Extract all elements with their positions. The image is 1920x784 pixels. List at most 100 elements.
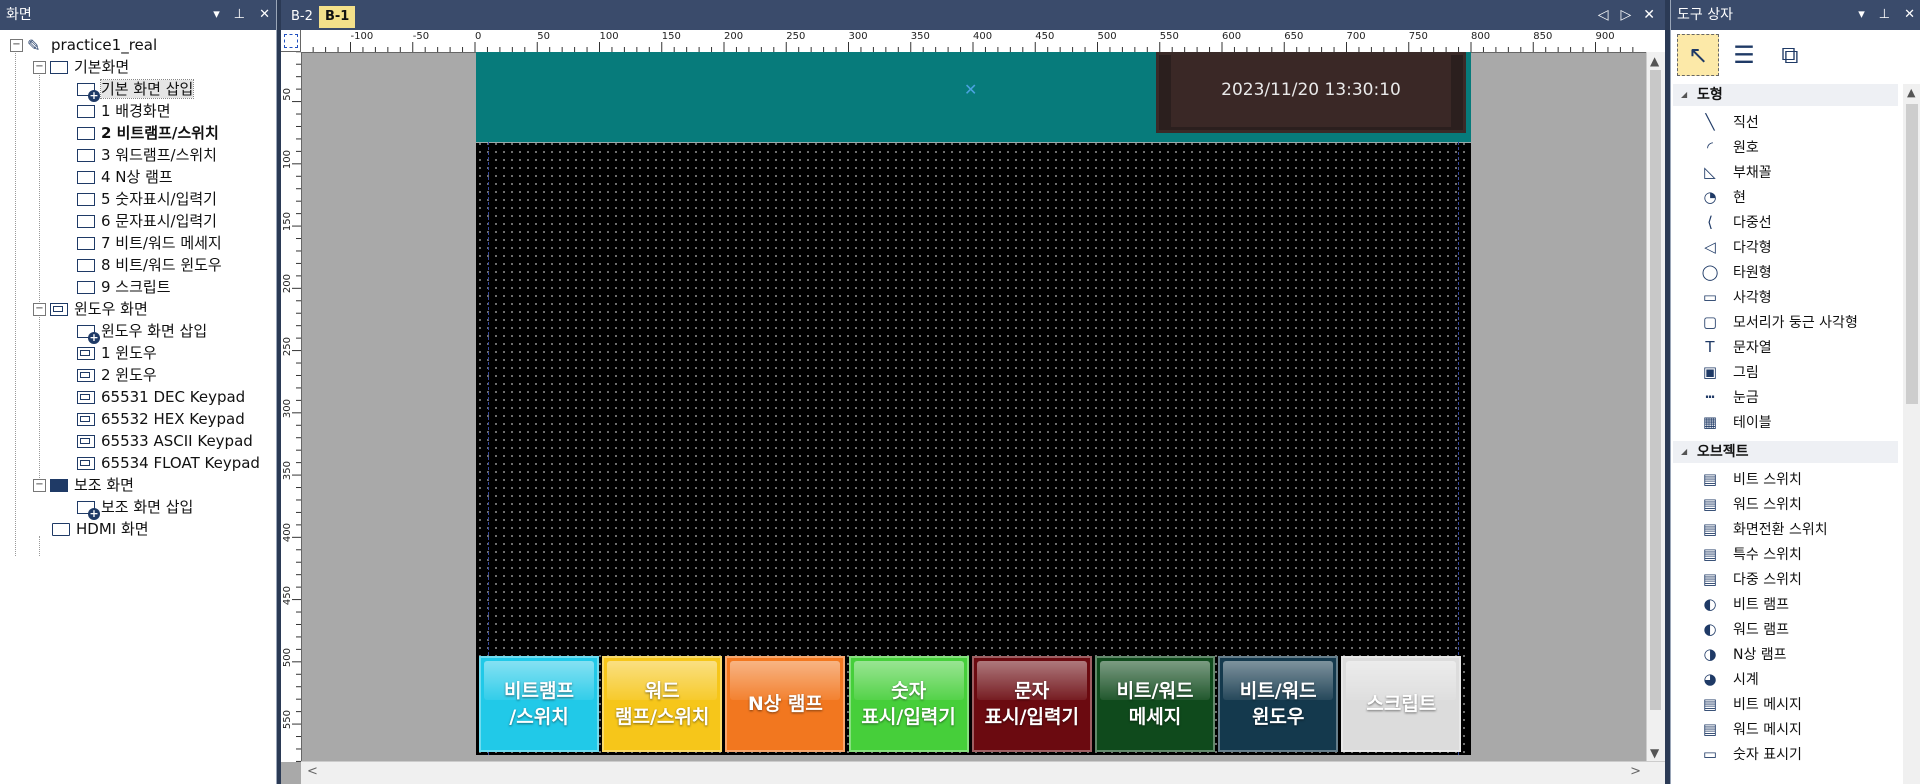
collapse-icon[interactable]: − [33, 61, 46, 74]
tree-group-aux[interactable]: − 보조 화면 [33, 474, 134, 496]
tree-item-screen[interactable]: 4 N상 램프 [77, 166, 173, 188]
nav-button[interactable]: 문자 표시/입력기 [971, 656, 1092, 752]
scroll-up-icon[interactable]: ▲ [1650, 54, 1659, 68]
tab-b2[interactable]: B-2 [285, 6, 319, 28]
scroll-right-icon[interactable]: > [1630, 764, 1641, 779]
ruler-tick-label: 300 [848, 31, 868, 42]
tab-b1[interactable]: B-1 [319, 6, 356, 28]
project-edit-icon: ✎ [27, 36, 45, 55]
tree-item-window[interactable]: 1 윈도우 [77, 342, 157, 364]
horizontal-scrollbar[interactable]: < > [301, 761, 1665, 784]
scroll-left-icon[interactable]: < [307, 764, 318, 779]
ruler-corner[interactable] [281, 30, 301, 52]
tree-item-screen[interactable]: 6 문자표시/입력기 [77, 210, 217, 232]
tree-item-insert-aux[interactable]: 보조 화면 삽입 [77, 496, 193, 520]
collapse-icon[interactable]: − [10, 39, 23, 52]
nav-button[interactable]: 숫자 표시/입력기 [848, 656, 969, 752]
tool-item-object[interactable]: ◐ 비트 램프 [1699, 592, 1789, 616]
tool-item-shape[interactable]: ╲ 직선 [1699, 110, 1758, 134]
tree-item-screen[interactable]: 7 비트/워드 메세지 [77, 232, 222, 254]
tree-item-window[interactable]: 65533 ASCII Keypad [77, 430, 253, 452]
tool-item-object[interactable]: ▤ 화면전환 스위치 [1699, 517, 1828, 541]
tool-item-object[interactable]: ▤ 워드 스위치 [1699, 492, 1802, 516]
pin-icon[interactable]: ⊥ [234, 7, 245, 22]
tree-project[interactable]: − ✎ practice1_real [10, 34, 157, 56]
tool-item-object[interactable]: ▤ 특수 스위치 [1699, 542, 1802, 566]
nav-button[interactable]: 워드 램프/스위치 [602, 656, 723, 752]
scroll-down-icon[interactable]: ▼ [1650, 746, 1659, 760]
tree-item-window[interactable]: 65532 HEX Keypad [77, 408, 245, 430]
tree-item-screen[interactable]: 9 스크립트 [77, 276, 171, 298]
window-icon [77, 413, 95, 426]
tool-item-shape[interactable]: ▭ 사각형 [1699, 285, 1772, 309]
tool-item-shape[interactable]: ▣ 그림 [1699, 360, 1759, 384]
clock-display[interactable]: 2023/11/20 13:30:10 [1156, 52, 1466, 133]
tree-item-screen[interactable]: 5 숫자표시/입력기 [77, 188, 217, 210]
tool-item-shape[interactable]: ◁ 다각형 [1699, 235, 1771, 259]
tool-item-shape[interactable]: ▢ 모서리가 둥근 사각형 [1699, 310, 1858, 334]
tree-item-window[interactable]: 65531 DEC Keypad [77, 386, 245, 408]
scroll-thumb[interactable] [1650, 70, 1661, 710]
vertical-scrollbar[interactable]: ▲ ▼ [1646, 52, 1665, 762]
tree-item-insert-base[interactable]: 기본 화면 삽입 [77, 78, 195, 102]
nav-button[interactable]: 스크립트 [1341, 656, 1462, 752]
pin-icon[interactable]: ⊥ [1879, 7, 1890, 22]
toolbox-scrollbar[interactable]: ▲ [1903, 84, 1920, 784]
design-canvas[interactable]: ✕ 2023/11/20 13:30:10 비트램프/스위치 워드 램프/스위치 N상… [476, 52, 1471, 755]
select-pointer-icon[interactable]: ↖ [1677, 34, 1719, 76]
nav-button-line1: 워드 [644, 680, 680, 702]
dropdown-icon[interactable]: ▾ [213, 7, 220, 22]
object-tool-icon: ◕ [1703, 670, 1717, 688]
tool-item-shape[interactable]: ◯ 타원형 [1699, 260, 1772, 284]
tool-item-object[interactable]: ◕ 시계 [1699, 667, 1758, 691]
window-icon [77, 369, 95, 382]
tool-item-shape[interactable]: ▦ 테이블 [1699, 410, 1772, 434]
tree-item-screen[interactable]: 2 비트램프/스위치 [77, 122, 219, 144]
tool-item-object[interactable]: ◐ 워드 램프 [1699, 617, 1789, 641]
nav-button[interactable]: N상 램프 [725, 656, 846, 752]
ruler-tick-label: 250 [282, 336, 293, 356]
toolbox-section-objects[interactable]: 오브젝트 [1673, 441, 1898, 463]
tool-item-shape[interactable]: ◜ 원호 [1699, 135, 1759, 159]
scroll-up-icon[interactable]: ▲ [1907, 86, 1915, 99]
tree-item-hdmi[interactable]: HDMI 화면 [52, 518, 149, 540]
collapse-icon[interactable]: − [33, 303, 46, 316]
tree-item-screen[interactable]: 3 워드램프/스위치 [77, 144, 217, 166]
toolbox-section-shapes[interactable]: 도형 [1673, 84, 1898, 106]
add-screen-icon[interactable]: ⧉ [1769, 34, 1811, 76]
scroll-thumb[interactable] [1906, 104, 1918, 404]
object-list-icon[interactable]: ☰ [1723, 34, 1765, 76]
header-bar[interactable]: ✕ 2023/11/20 13:30:10 [476, 52, 1471, 143]
tool-item-shape[interactable]: T 문자열 [1699, 335, 1771, 359]
tool-item-label: 원호 [1733, 140, 1759, 156]
close-icon[interactable]: ✕ [259, 7, 270, 22]
tool-item-shape[interactable]: ◺ 부채꼴 [1699, 160, 1771, 184]
tool-item-object[interactable]: ◑ N상 램프 [1699, 642, 1786, 666]
tool-item-object[interactable]: ▤ 비트 스위치 [1699, 467, 1802, 491]
nav-button[interactable]: 비트/워드 메세지 [1095, 656, 1215, 752]
tree-item-window[interactable]: 2 윈도우 [77, 364, 157, 386]
tree-item-screen[interactable]: 8 비트/워드 윈도우 [77, 254, 222, 276]
tree-item-window[interactable]: 65534 FLOAT Keypad [77, 452, 260, 474]
nav-button[interactable]: 비트/워드 윈도우 [1218, 656, 1339, 752]
tab-prev-icon[interactable]: ◁ [1598, 7, 1609, 23]
tool-item-object[interactable]: ▤ 비트 메시지 [1699, 692, 1802, 716]
tool-item-shape[interactable]: ⟨ 다중선 [1699, 210, 1772, 234]
nav-button[interactable]: 비트램프/스위치 [479, 656, 599, 752]
close-tab-icon[interactable]: ✕ [1643, 7, 1655, 23]
dropdown-icon[interactable]: ▾ [1858, 7, 1865, 22]
tool-item-object[interactable]: ▤ 다중 스위치 [1699, 567, 1802, 591]
tree-group-base[interactable]: − 기본화면 [33, 56, 129, 78]
tree-group-window[interactable]: − 윈도우 화면 [33, 298, 148, 320]
screen-icon [77, 193, 95, 206]
tool-item-object[interactable]: ▤ 워드 메시지 [1699, 717, 1802, 741]
tool-item-object[interactable]: ▭ 숫자 표시기 [1699, 742, 1802, 766]
tool-item-shape[interactable]: ┅ 눈금 [1699, 385, 1758, 409]
tree-item-insert-window[interactable]: 윈도우 화면 삽입 [77, 320, 207, 344]
tab-next-icon[interactable]: ▷ [1620, 7, 1631, 23]
close-icon[interactable]: ✕ [1904, 7, 1915, 22]
tool-item-shape[interactable]: ◔ 현 [1699, 185, 1745, 209]
tree-item-screen[interactable]: 1 배경화면 [77, 100, 171, 122]
collapse-icon[interactable]: − [33, 479, 46, 492]
ruler-tick-label: 50 [537, 31, 550, 42]
